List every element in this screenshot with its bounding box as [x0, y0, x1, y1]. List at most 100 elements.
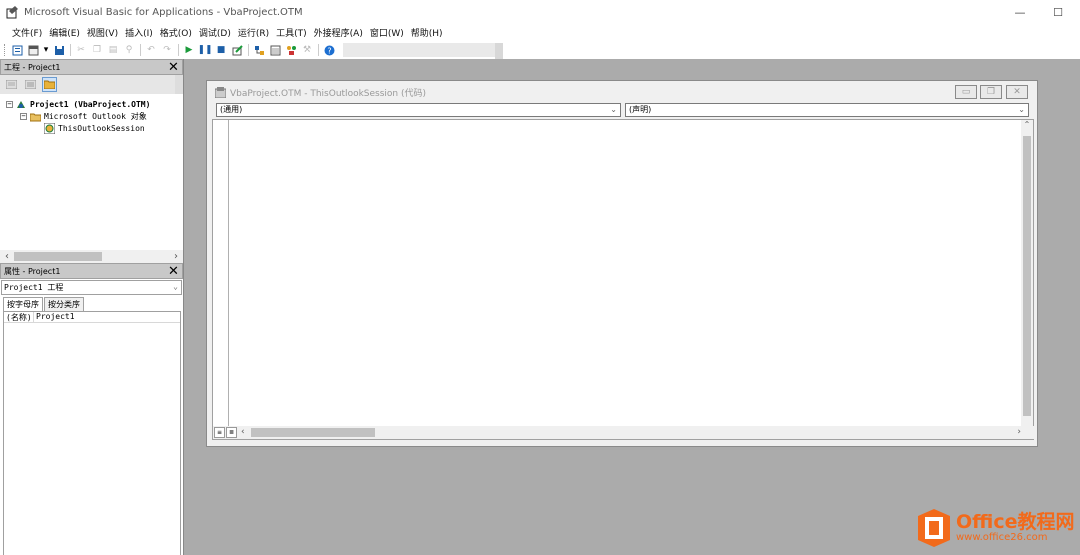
cursor-position-box: [343, 43, 503, 61]
menu-insert[interactable]: 插入(I): [125, 26, 153, 39]
procedure-combo-value: (声明): [629, 105, 652, 114]
scroll-up-icon[interactable]: ⌃: [1021, 120, 1033, 129]
maximize-button[interactable]: ☐: [1040, 0, 1076, 24]
paste-icon[interactable]: ▤: [107, 44, 119, 56]
toolbar-separator: [318, 44, 319, 56]
object-combo-value: (通用): [220, 105, 243, 114]
code-vscrollbar[interactable]: ⌃ ⌄: [1021, 120, 1033, 430]
title-bar: Microsoft Visual Basic for Applications …: [0, 0, 1080, 24]
chevron-down-icon[interactable]: ⌄: [1018, 104, 1025, 116]
scroll-right-icon[interactable]: ›: [1017, 426, 1021, 439]
restore-icon[interactable]: ❐: [980, 85, 1002, 99]
menu-run[interactable]: 运行(R): [238, 26, 269, 39]
undo-icon[interactable]: ↶: [145, 44, 157, 56]
collapse-toggle[interactable]: −: [20, 113, 27, 120]
toggle-folders-icon[interactable]: [42, 77, 57, 92]
margin-indicator-bar[interactable]: [213, 120, 229, 439]
toolbar-grip[interactable]: [4, 44, 7, 56]
copy-icon[interactable]: ❐: [91, 44, 103, 56]
procedure-view-icon[interactable]: ≡: [214, 427, 225, 438]
watermark: Office教程网 www.office26.com: [916, 505, 1076, 551]
property-row[interactable]: (名称) Project1: [4, 312, 180, 323]
save-icon[interactable]: [53, 44, 65, 56]
tree-node-project[interactable]: − Project1 (VbaProject.OTM): [6, 99, 150, 110]
reset-icon[interactable]: ■: [215, 44, 227, 56]
tree-label-outlook-objects: Microsoft Outlook 对象: [44, 112, 147, 121]
menu-window[interactable]: 窗口(W): [370, 26, 404, 39]
run-icon[interactable]: ▶: [183, 44, 195, 56]
collapse-toggle[interactable]: −: [6, 101, 13, 108]
watermark-title: Office教程网: [956, 511, 1075, 533]
properties-pane-header: 属性 - Project1 ✕: [0, 263, 183, 279]
object-selector[interactable]: Project1 工程 ⌄: [1, 280, 182, 295]
chevron-down-icon[interactable]: ⌄: [173, 282, 178, 291]
scroll-thumb[interactable]: [1023, 136, 1031, 416]
code-window-icon: [215, 86, 226, 98]
view-excel-icon[interactable]: [11, 44, 23, 56]
menu-addins[interactable]: 外接程序(A): [314, 26, 363, 39]
scroll-right-icon[interactable]: ›: [171, 250, 181, 263]
code-window: VbaProject.OTM - ThisOutlookSession (代码)…: [206, 80, 1038, 447]
dropdown-arrow-icon[interactable]: ▾: [43, 44, 49, 56]
code-editor[interactable]: ⌃ ⌄ ≡ ≣ ‹ ›: [212, 119, 1035, 440]
close-icon[interactable]: ✕: [167, 61, 180, 74]
project-toolbar: [0, 75, 183, 94]
view-code-icon[interactable]: [4, 77, 19, 92]
project-explorer: 工程 - Project1 ✕ − Project1 (VbaProject.O…: [0, 59, 184, 263]
scroll-left-icon[interactable]: ‹: [241, 426, 245, 439]
minimize-button[interactable]: —: [1002, 0, 1038, 24]
property-value[interactable]: Project1: [34, 312, 75, 322]
properties-window-icon[interactable]: [269, 44, 281, 56]
office-logo-icon: [918, 509, 950, 547]
object-browser-icon[interactable]: [285, 44, 297, 56]
project-hscrollbar[interactable]: ‹ ›: [0, 250, 183, 263]
menu-view[interactable]: 视图(V): [87, 26, 118, 39]
project-pane-header: 工程 - Project1 ✕: [0, 59, 183, 75]
code-window-title: VbaProject.OTM - ThisOutlookSession (代码): [230, 88, 427, 99]
scroll-thumb[interactable]: [251, 428, 375, 437]
properties-tabs: 按字母序 按分类序: [0, 297, 183, 311]
menu-tools[interactable]: 工具(T): [276, 26, 307, 39]
minimize-icon[interactable]: ▭: [955, 85, 977, 99]
menu-help[interactable]: 帮助(H): [411, 26, 443, 39]
toolbar-separator: [140, 44, 141, 56]
toolbar-separator: [70, 44, 71, 56]
watermark-url: www.office26.com: [956, 532, 1048, 543]
code-window-titlebar[interactable]: VbaProject.OTM - ThisOutlookSession (代码)…: [207, 81, 1037, 103]
redo-icon[interactable]: ↷: [161, 44, 173, 56]
window-title: Microsoft Visual Basic for Applications …: [24, 6, 303, 18]
tab-alphabetic[interactable]: 按字母序: [3, 297, 43, 311]
scroll-left-icon[interactable]: ‹: [2, 250, 12, 263]
break-icon[interactable]: ❚❚: [197, 44, 212, 56]
view-object-icon[interactable]: [23, 77, 38, 92]
close-icon[interactable]: ✕: [167, 265, 180, 278]
procedure-combo[interactable]: (声明) ⌄: [625, 103, 1029, 117]
chevron-down-icon[interactable]: ⌄: [610, 104, 617, 116]
find-icon[interactable]: ⚲: [123, 44, 135, 56]
vba-project-icon: [17, 101, 25, 108]
object-combo[interactable]: (通用) ⌄: [216, 103, 621, 117]
tab-categorized[interactable]: 按分类序: [44, 297, 84, 311]
menu-bar: 文件(F) 编辑(E) 视图(V) 插入(I) 格式(O) 调试(D) 运行(R…: [0, 24, 1080, 41]
toolbar-separator: [248, 44, 249, 56]
toolbox-icon[interactable]: ⚒: [301, 44, 313, 56]
toolbar-separator: [178, 44, 179, 56]
menu-debug[interactable]: 调试(D): [199, 26, 231, 39]
menu-format[interactable]: 格式(O): [160, 26, 192, 39]
tree-node-this-outlook-session[interactable]: ThisOutlookSession: [44, 123, 145, 134]
close-icon[interactable]: ✕: [1006, 85, 1028, 99]
project-pane-title: 工程 - Project1: [4, 62, 61, 72]
code-hscrollbar[interactable]: ≡ ≣ ‹ ›: [213, 426, 1035, 439]
cut-icon[interactable]: ✂: [75, 44, 87, 56]
help-icon[interactable]: ?: [323, 44, 335, 56]
insert-module-icon[interactable]: [27, 44, 39, 56]
project-scroll-stub[interactable]: [175, 75, 183, 94]
tree-node-outlook-objects[interactable]: − Microsoft Outlook 对象: [20, 111, 147, 122]
project-explorer-icon[interactable]: [253, 44, 265, 56]
full-module-view-icon[interactable]: ≣: [226, 427, 237, 438]
menu-edit[interactable]: 编辑(E): [49, 26, 80, 39]
scroll-thumb[interactable]: [14, 252, 102, 261]
design-mode-icon[interactable]: [231, 44, 243, 56]
project-tree: − Project1 (VbaProject.OTM) − Microsoft …: [0, 96, 183, 246]
menu-file[interactable]: 文件(F): [12, 26, 42, 39]
